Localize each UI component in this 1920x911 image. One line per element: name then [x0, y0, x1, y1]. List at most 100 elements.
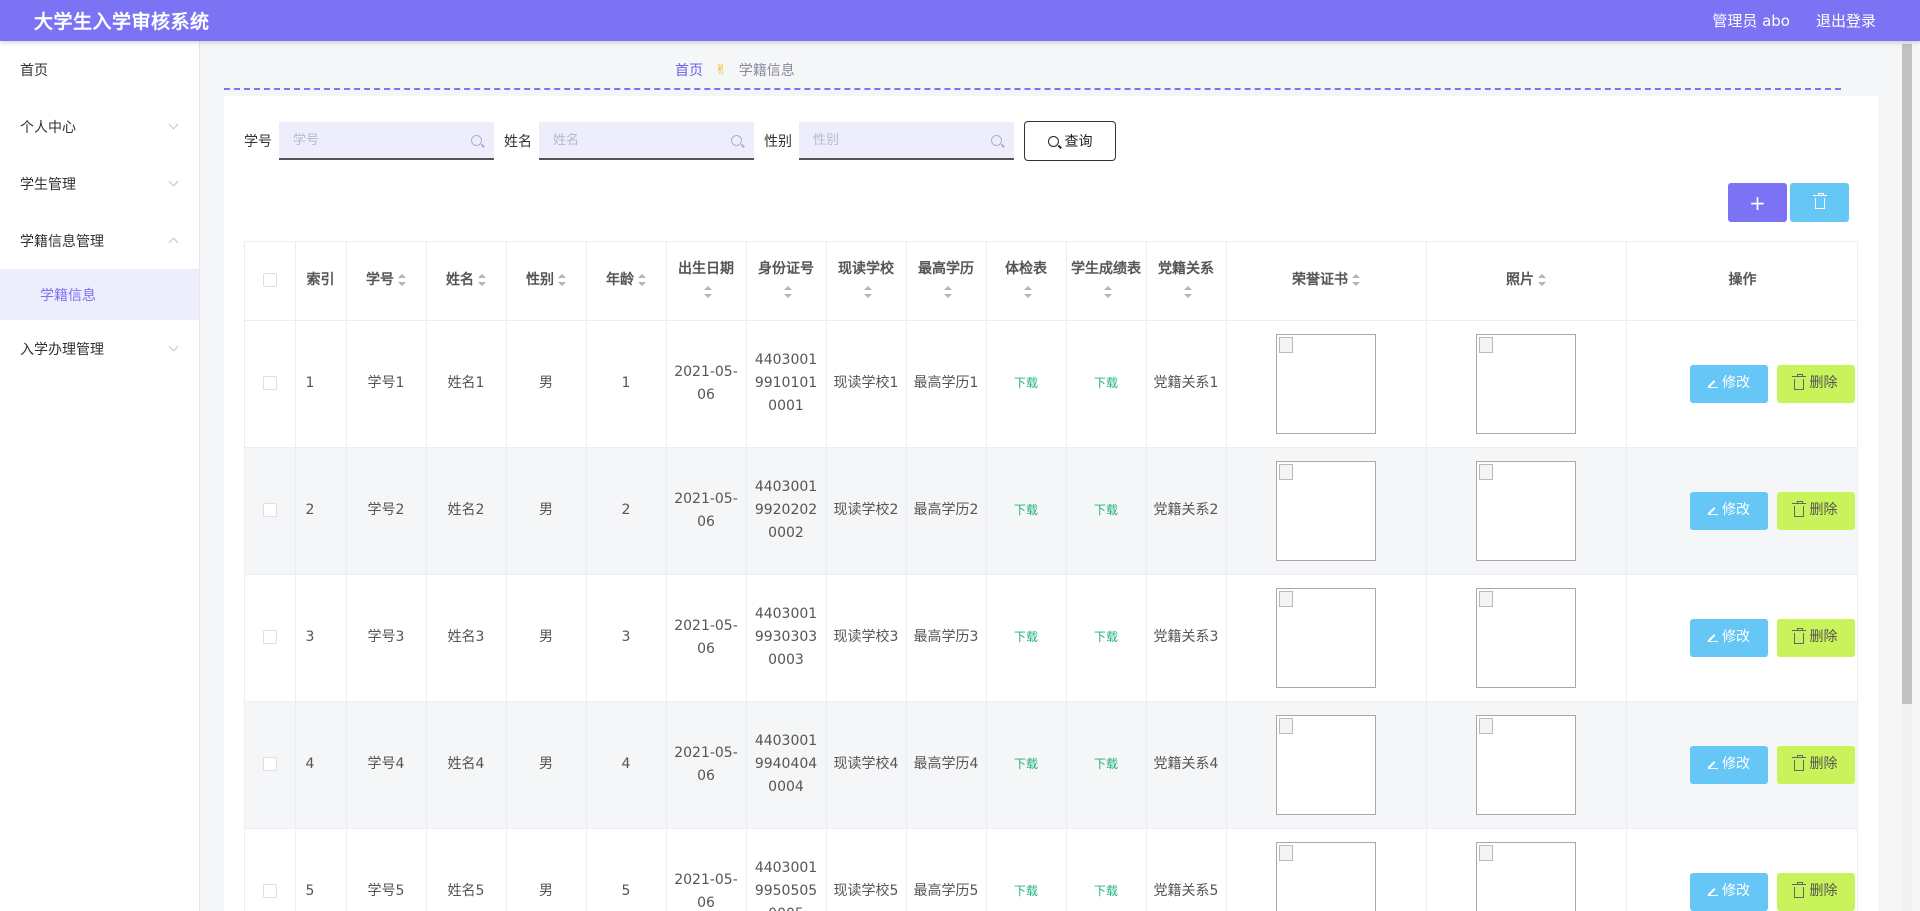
cell-xuehao: 学号4: [346, 701, 427, 829]
cell-photo: [1426, 828, 1627, 911]
delete-button[interactable]: 删除: [1776, 745, 1855, 784]
row-checkbox[interactable]: [262, 503, 277, 517]
sort-icon[interactable]: [944, 285, 952, 298]
row-checkbox[interactable]: [262, 757, 277, 771]
sidebar-item-student-management[interactable]: 学生管理: [0, 155, 199, 212]
delete-button[interactable]: 删除: [1776, 872, 1855, 911]
sort-icon[interactable]: [1352, 274, 1360, 287]
edit-button[interactable]: 修改: [1689, 872, 1768, 911]
download-link-health[interactable]: 下载: [1014, 757, 1038, 771]
sort-icon[interactable]: [1538, 274, 1546, 287]
sidebar-item-enrollment-info[interactable]: 学籍信息: [0, 269, 199, 320]
edit-button[interactable]: 修改: [1689, 364, 1768, 403]
sort-icon[interactable]: [704, 285, 712, 298]
download-link-score[interactable]: 下载: [1094, 503, 1118, 517]
cell-edu: 最高学历2: [906, 447, 987, 575]
row-checkbox-cell: [245, 701, 296, 829]
delete-button[interactable]: 删除: [1776, 364, 1855, 403]
cell-edu: 最高学历4: [906, 701, 987, 829]
cell-nianling: 1: [586, 320, 667, 448]
sort-icon[interactable]: [1104, 285, 1112, 298]
sort-icon[interactable]: [784, 285, 792, 298]
download-link-score[interactable]: 下载: [1094, 884, 1118, 898]
download-link-health[interactable]: 下载: [1014, 884, 1038, 898]
sort-icon[interactable]: [398, 274, 406, 287]
cell-party: 党籍关系3: [1146, 574, 1227, 702]
delete-button[interactable]: 删除: [1776, 491, 1855, 530]
column-header-xuehao[interactable]: 学号: [346, 242, 427, 321]
sort-icon[interactable]: [1024, 285, 1032, 298]
column-header-party[interactable]: 党籍关系: [1146, 242, 1227, 321]
cell-score: 下载: [1066, 320, 1147, 448]
cell-edu: 最高学历5: [906, 828, 987, 911]
column-header-nianling[interactable]: 年龄: [586, 242, 667, 321]
cell-xuehao: 学号5: [346, 828, 427, 911]
sidebar-item-admission-management[interactable]: 入学办理管理: [0, 320, 199, 377]
enrollment-table: 索引 学号 姓名 性别 年龄 出生日期 身份证号 现读学校 最高学历 体检表 学…: [244, 241, 1858, 911]
cell-index: 5: [295, 828, 347, 911]
header-label: 现读学校: [838, 260, 894, 277]
download-link-health[interactable]: 下载: [1014, 376, 1038, 390]
column-header-health[interactable]: 体检表: [986, 242, 1067, 321]
cell-xingbie: 男: [506, 320, 587, 448]
download-link-score[interactable]: 下载: [1094, 630, 1118, 644]
scrollbar-thumb[interactable]: [1902, 44, 1912, 704]
sidebar-item-home[interactable]: 首页: [0, 41, 199, 98]
column-header-birth[interactable]: 出生日期: [666, 242, 747, 321]
cell-honor: [1226, 320, 1427, 448]
edit-button[interactable]: 修改: [1689, 491, 1768, 530]
table-row: 1 学号1 姓名1 男 1 2021-05-06 440300199101010001 现读学…: [245, 320, 1857, 448]
cell-nianling: 2: [586, 447, 667, 575]
student-photo-image: [1476, 587, 1576, 688]
page-scrollbar[interactable]: [1902, 41, 1912, 911]
cell-birth: 2021-05-06: [666, 828, 747, 911]
search-icon: [991, 134, 1002, 146]
top-bar: 大学生入学审核系统 管理员 abo 退出登录: [0, 0, 1920, 41]
row-checkbox[interactable]: [262, 884, 277, 898]
sidebar-item-label: 个人中心: [20, 119, 76, 136]
logout-button[interactable]: 退出登录: [1816, 10, 1876, 31]
breadcrumb-home[interactable]: 首页: [675, 60, 703, 80]
sidebar-item-label: 学籍信息管理: [20, 233, 104, 250]
sidebar-item-label: 学生管理: [20, 176, 76, 193]
row-checkbox[interactable]: [262, 376, 277, 390]
sort-icon[interactable]: [638, 274, 646, 287]
sort-icon[interactable]: [558, 274, 566, 287]
add-button[interactable]: +: [1728, 183, 1787, 222]
sidebar-item-enrollment-info-management[interactable]: 学籍信息管理: [0, 212, 199, 269]
column-header-honor[interactable]: 荣誉证书: [1226, 242, 1427, 321]
content-panel: 学号 姓名 性别 查询 +: [224, 96, 1878, 911]
sort-icon[interactable]: [864, 285, 872, 298]
header-label: 索引: [306, 272, 335, 289]
sort-icon[interactable]: [1184, 285, 1192, 298]
select-all-checkbox[interactable]: [262, 273, 277, 288]
sort-icon[interactable]: [478, 274, 486, 287]
xingming-input[interactable]: [553, 132, 731, 148]
xuehao-input[interactable]: [293, 132, 471, 148]
edit-button[interactable]: 修改: [1689, 618, 1768, 657]
cell-xingbie: 男: [506, 447, 587, 575]
column-header-score[interactable]: 学生成绩表: [1066, 242, 1147, 321]
column-header-xingbie[interactable]: 性别: [506, 242, 587, 321]
download-link-score[interactable]: 下载: [1094, 757, 1118, 771]
column-header-school[interactable]: 现读学校: [826, 242, 907, 321]
edit-button[interactable]: 修改: [1689, 745, 1768, 784]
column-header-edu[interactable]: 最高学历: [906, 242, 987, 321]
cell-honor: [1226, 574, 1427, 702]
column-header-photo[interactable]: 照片: [1426, 242, 1627, 321]
query-button[interactable]: 查询: [1024, 121, 1116, 161]
delete-button[interactable]: 删除: [1776, 618, 1855, 657]
xingbie-input[interactable]: [813, 132, 991, 148]
column-header-xingming[interactable]: 姓名: [426, 242, 507, 321]
download-link-health[interactable]: 下载: [1014, 503, 1038, 517]
delete-button-label: 删除: [1809, 502, 1838, 518]
column-header-idcard[interactable]: 身份证号: [746, 242, 827, 321]
download-link-score[interactable]: 下载: [1094, 376, 1118, 390]
row-checkbox[interactable]: [262, 630, 277, 644]
batch-delete-button[interactable]: [1790, 183, 1849, 222]
cell-xuehao: 学号1: [346, 320, 427, 448]
cell-honor: [1226, 701, 1427, 829]
sidebar-item-personal-center[interactable]: 个人中心: [0, 98, 199, 155]
cell-school: 现读学校2: [826, 447, 907, 575]
download-link-health[interactable]: 下载: [1014, 630, 1038, 644]
